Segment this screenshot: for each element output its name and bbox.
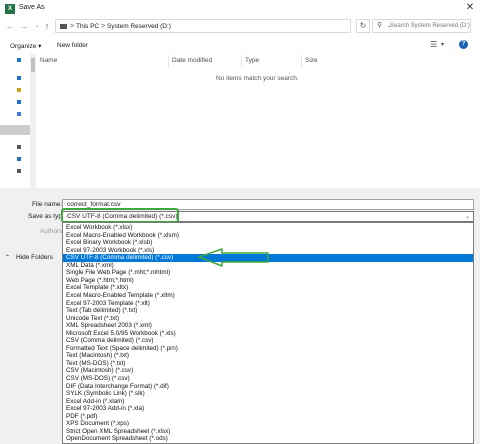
- hide-folders-button[interactable]: Hide Folders: [16, 254, 53, 261]
- file-type-dropdown-list[interactable]: Excel Workbook (*.xlsx) Excel Macro-Enabl…: [62, 222, 474, 444]
- file-type-option[interactable]: Excel 97-2003 Workbook (*.xls): [66, 247, 154, 255]
- drive-icon[interactable]: [17, 169, 21, 173]
- pictures-icon[interactable]: [17, 112, 21, 116]
- search-box[interactable]: ⚲ Search System Reserved (D:): [372, 19, 471, 33]
- drive-icon: [60, 24, 67, 29]
- file-type-option[interactable]: Microsoft Excel 5.0/95 Workbook (*.xls): [66, 330, 176, 338]
- file-type-option[interactable]: Formatted Text (Space delimited) (*.prn): [66, 345, 178, 353]
- downloads-icon[interactable]: [17, 100, 21, 104]
- view-chevron-icon[interactable]: ▾: [441, 41, 444, 48]
- column-header-date-modified[interactable]: Date modified: [172, 57, 212, 64]
- column-divider[interactable]: [241, 55, 242, 67]
- navigation-scrollbar[interactable]: [30, 54, 36, 188]
- column-header-name[interactable]: Name: [40, 57, 57, 64]
- file-type-option[interactable]: Web Page (*.htm;*.html): [66, 277, 134, 285]
- file-type-option[interactable]: Text (Tab delimited) (*.txt): [66, 307, 137, 315]
- file-type-option[interactable]: Excel Binary Workbook (*.xlsb): [66, 239, 152, 247]
- drive-icon[interactable]: [17, 145, 21, 149]
- file-type-option[interactable]: Excel 97-2003 Template (*.xlt): [66, 300, 150, 308]
- file-type-option[interactable]: CSV (Comma delimited) (*.csv): [66, 337, 153, 345]
- file-type-option[interactable]: Excel 97-2003 Add-in (*.xla): [66, 405, 144, 413]
- window-title: Save As: [19, 4, 45, 11]
- annotation-highlight-box: [61, 208, 179, 223]
- new-folder-button[interactable]: New folder: [57, 42, 88, 49]
- folder-icon[interactable]: [17, 88, 21, 92]
- breadcrumb-system-reserved[interactable]: System Reserved (D:): [107, 20, 171, 33]
- nav-item-selected[interactable]: [0, 125, 30, 135]
- file-type-option[interactable]: Excel Macro-Enabled Template (*.xltm): [66, 292, 175, 300]
- column-header-type[interactable]: Type: [245, 57, 259, 64]
- file-type-option[interactable]: Excel Macro-Enabled Workbook (*.xlsm): [66, 232, 179, 240]
- breadcrumb-separator: >: [101, 23, 106, 30]
- refresh-icon[interactable]: ↻: [356, 19, 370, 33]
- file-type-option[interactable]: CSV (Macintosh) (*.csv): [66, 367, 133, 375]
- search-input[interactable]: Search System Reserved (D:): [390, 20, 470, 32]
- file-type-option[interactable]: CSV (MS-DOS) (*.csv): [66, 375, 130, 383]
- up-arrow-icon[interactable]: ↑: [42, 20, 52, 32]
- breadcrumb-this-pc[interactable]: This PC: [76, 20, 99, 33]
- forward-arrow-icon[interactable]: →: [19, 20, 29, 32]
- file-type-option[interactable]: Excel Template (*.xltx): [66, 284, 128, 292]
- help-icon[interactable]: ?: [459, 40, 468, 49]
- empty-message: No items match your search.: [216, 75, 299, 82]
- file-type-option[interactable]: Excel Workbook (*.xlsx): [66, 224, 132, 232]
- file-name-label: File name:: [32, 201, 63, 208]
- onedrive-icon[interactable]: [17, 76, 21, 80]
- file-type-option[interactable]: Strict Open XML Spreadsheet (*.xlsx): [66, 428, 170, 436]
- excel-app-icon: X: [5, 4, 15, 14]
- quick-access-icon[interactable]: [17, 58, 21, 62]
- network-icon[interactable]: [17, 157, 21, 161]
- column-header-size[interactable]: Size: [305, 57, 318, 64]
- file-type-option[interactable]: Unicode Text (*.txt): [66, 315, 119, 323]
- file-type-option[interactable]: Excel Add-in (*.xlam): [66, 398, 124, 406]
- title-bar: [0, 0, 480, 18]
- navigation-pane: [0, 54, 30, 188]
- column-divider[interactable]: [168, 55, 169, 67]
- file-type-option[interactable]: DIF (Data Interchange Format) (*.dif): [66, 383, 169, 391]
- authors-label: Authors: [40, 228, 63, 235]
- file-type-option[interactable]: XML Spreadsheet 2003 (*.xml): [66, 322, 152, 330]
- file-type-option[interactable]: Single File Web Page (*.mht;*.mhtml): [66, 269, 170, 277]
- chevron-up-icon[interactable]: ⌃: [5, 254, 10, 261]
- chevron-down-icon[interactable]: ⌄: [465, 212, 470, 222]
- file-type-option[interactable]: PDF (*.pdf): [66, 413, 98, 421]
- scrollbar-thumb[interactable]: [31, 58, 35, 72]
- search-icon: ⚲: [377, 22, 383, 29]
- file-type-option[interactable]: SYLK (Symbolic Link) (*.slk): [66, 390, 145, 398]
- file-type-option[interactable]: CSV UTF-8 (Comma delimited) (*.csv): [66, 254, 173, 262]
- close-icon[interactable]: ✕: [463, 1, 477, 15]
- back-arrow-icon[interactable]: ←: [5, 20, 15, 32]
- breadcrumb-separator: >: [70, 23, 75, 30]
- file-type-option[interactable]: XML Data (*.xml): [66, 262, 114, 270]
- recent-locations-chevron-icon[interactable]: ⌄: [32, 20, 42, 32]
- file-type-option[interactable]: Text (Macintosh) (*.txt): [66, 352, 129, 360]
- address-bar[interactable]: > This PC > System Reserved (D:) ⌄: [55, 19, 392, 33]
- file-type-option[interactable]: OpenDocument Spreadsheet (*.ods): [66, 435, 168, 443]
- organize-button[interactable]: Organize ▾: [10, 42, 41, 50]
- file-type-option[interactable]: XPS Document (*.xps): [66, 420, 129, 428]
- file-type-option[interactable]: Text (MS-DOS) (*.txt): [66, 360, 125, 368]
- view-options-icon[interactable]: ☰: [430, 40, 437, 49]
- column-divider[interactable]: [301, 55, 302, 67]
